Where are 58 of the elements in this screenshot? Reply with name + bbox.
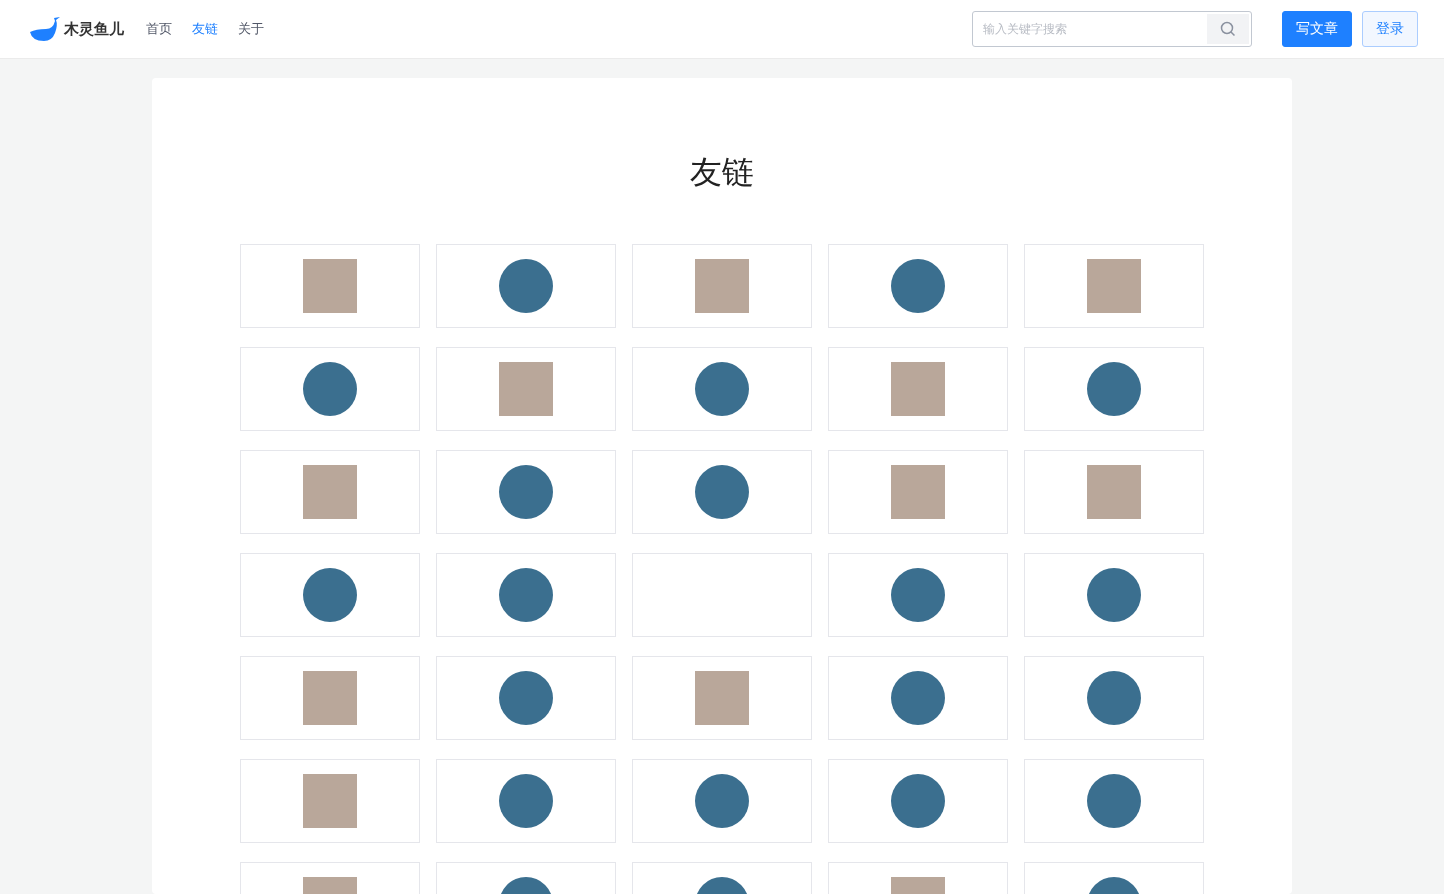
avatar-placeholder: [499, 671, 553, 725]
photo-placeholder: [1087, 465, 1141, 519]
avatar-placeholder: [1087, 568, 1141, 622]
friend-link-card[interactable]: [828, 759, 1008, 843]
friend-link-card[interactable]: [436, 656, 616, 740]
avatar-placeholder: [499, 259, 553, 313]
nav-link[interactable]: 首页: [146, 20, 172, 38]
avatar-placeholder: [891, 568, 945, 622]
login-button[interactable]: 登录: [1362, 11, 1418, 47]
photo-placeholder: [303, 259, 357, 313]
write-button[interactable]: 写文章: [1282, 11, 1352, 47]
site-logo[interactable]: 木灵鱼儿: [28, 15, 124, 43]
photo-placeholder: [303, 774, 357, 828]
avatar-placeholder: [1087, 362, 1141, 416]
friend-link-card[interactable]: [1024, 759, 1204, 843]
search-button[interactable]: [1207, 14, 1249, 44]
photo-placeholder: [1087, 259, 1141, 313]
avatar-placeholder: [695, 362, 749, 416]
avatar-placeholder: [891, 259, 945, 313]
friend-link-card[interactable]: [1024, 656, 1204, 740]
avatar-placeholder: [1087, 671, 1141, 725]
photo-placeholder: [303, 671, 357, 725]
friend-link-card[interactable]: [1024, 347, 1204, 431]
friend-link-card[interactable]: [436, 244, 616, 328]
friend-link-card[interactable]: [828, 656, 1008, 740]
page-title: 友链: [689, 152, 755, 193]
friend-link-card[interactable]: [632, 450, 812, 534]
logo-text: 木灵鱼儿: [64, 19, 124, 39]
photo-placeholder: [695, 259, 749, 313]
photo-placeholder: [303, 465, 357, 519]
avatar-placeholder: [499, 774, 553, 828]
avatar-placeholder: [695, 465, 749, 519]
avatar-placeholder: [499, 568, 553, 622]
friend-link-card[interactable]: [828, 244, 1008, 328]
friend-link-card[interactable]: [240, 553, 420, 637]
photo-placeholder: [695, 671, 749, 725]
photo-placeholder: [891, 465, 945, 519]
friend-link-card[interactable]: [1024, 553, 1204, 637]
friend-link-card[interactable]: [828, 553, 1008, 637]
avatar-placeholder: [303, 568, 357, 622]
avatar-placeholder: [1087, 774, 1141, 828]
avatar-placeholder: [303, 362, 357, 416]
avatar-placeholder: [891, 774, 945, 828]
friend-link-card[interactable]: [632, 759, 812, 843]
whale-icon: [28, 15, 62, 43]
friend-link-card[interactable]: [240, 347, 420, 431]
friend-link-card[interactable]: [436, 759, 616, 843]
avatar-placeholder: [499, 465, 553, 519]
search-icon: [1220, 21, 1236, 37]
photo-placeholder: [891, 362, 945, 416]
friend-link-card[interactable]: [436, 450, 616, 534]
avatar-placeholder: [891, 671, 945, 725]
friend-link-card[interactable]: [632, 347, 812, 431]
nav-link[interactable]: 友链: [192, 20, 218, 38]
friend-link-card[interactable]: [436, 553, 616, 637]
avatar-placeholder: [695, 774, 749, 828]
nav-link[interactable]: 关于: [238, 20, 264, 38]
photo-placeholder: [499, 362, 553, 416]
